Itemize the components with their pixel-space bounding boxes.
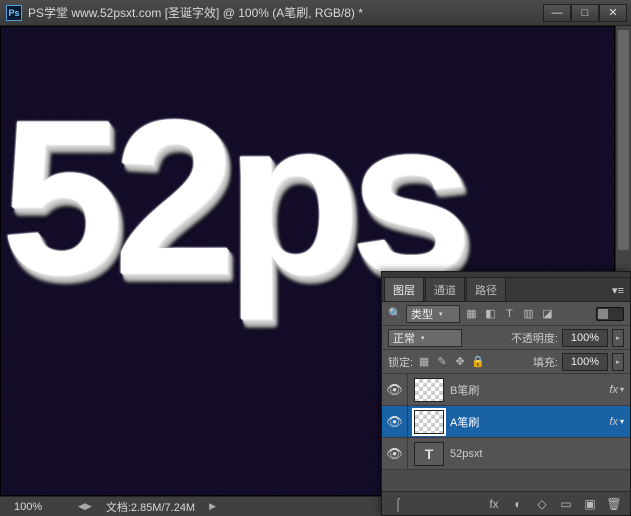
- window-title: PS学堂 www.52psxt.com [圣诞字效] @ 100% (A笔刷, …: [28, 4, 543, 21]
- panel-footer: ⌠ fx ◐ ◇ ▭ ▣ 🗑: [382, 491, 630, 515]
- panel-tabs: 图层 通道 路径 ▾≡: [382, 278, 630, 302]
- folder-icon[interactable]: ▭: [558, 496, 574, 512]
- visibility-icon[interactable]: 👁: [382, 374, 408, 405]
- layer-fx-icon[interactable]: fx: [486, 496, 502, 512]
- fx-expand-icon[interactable]: ▾: [620, 385, 624, 394]
- fx-badge[interactable]: fx: [609, 416, 618, 428]
- fill-input[interactable]: 100%: [562, 353, 608, 371]
- filter-toggle[interactable]: [596, 307, 624, 321]
- chevron-down-icon: ▾: [421, 334, 425, 342]
- tab-channels[interactable]: 通道: [425, 277, 465, 301]
- visibility-icon[interactable]: 👁: [382, 406, 408, 437]
- filter-adjust-icon[interactable]: ◧: [483, 306, 498, 321]
- opacity-input[interactable]: 100%: [562, 329, 608, 347]
- layer-thumbnail[interactable]: [414, 410, 444, 434]
- app-logo: Ps: [6, 5, 22, 21]
- maximize-button[interactable]: □: [571, 4, 599, 22]
- layer-name[interactable]: 52psxt: [450, 448, 624, 460]
- filter-text-icon[interactable]: T: [502, 306, 517, 321]
- layer-thumbnail[interactable]: [414, 378, 444, 402]
- filter-shape-icon[interactable]: ▥: [521, 306, 536, 321]
- layer-row[interactable]: 👁 A笔刷 fx ▾: [382, 406, 630, 438]
- new-layer-icon[interactable]: ▣: [582, 496, 598, 512]
- document-info: 文档:2.85M/7.24M: [106, 499, 195, 515]
- tab-layers[interactable]: 图层: [384, 277, 424, 301]
- lock-position-icon[interactable]: ✥: [453, 355, 467, 369]
- filter-type-label: 类型: [411, 306, 433, 322]
- fx-expand-icon[interactable]: ▾: [620, 417, 624, 426]
- filter-row: 🔍 类型 ▾ ▦ ◧ T ▥ ◪: [382, 302, 630, 326]
- opacity-label: 不透明度:: [511, 330, 558, 346]
- zoom-level[interactable]: 100%: [14, 501, 64, 513]
- filter-smart-icon[interactable]: ◪: [540, 306, 555, 321]
- titlebar: Ps PS学堂 www.52psxt.com [圣诞字效] @ 100% (A笔…: [0, 0, 631, 26]
- blend-mode-label: 正常: [393, 330, 415, 346]
- adjustment-layer-icon[interactable]: ◇: [534, 496, 550, 512]
- zoom-menu-icon[interactable]: ◀▶: [78, 501, 92, 512]
- layer-name[interactable]: B笔刷: [450, 382, 609, 398]
- layers-list: 👁 B笔刷 fx ▾ 👁 A笔刷 fx ▾ 👁 T 52psxt: [382, 374, 630, 491]
- lock-transparency-icon[interactable]: ▦: [417, 355, 431, 369]
- blend-mode-dropdown[interactable]: 正常 ▾: [388, 329, 462, 347]
- link-layers-icon[interactable]: ⌠: [390, 496, 406, 512]
- lock-pixels-icon[interactable]: ✎: [435, 355, 449, 369]
- filter-type-dropdown[interactable]: 类型 ▾: [406, 305, 460, 323]
- lock-all-icon[interactable]: 🔒: [471, 355, 485, 369]
- fill-caret-icon[interactable]: ▸: [612, 353, 624, 371]
- scrollbar-thumb[interactable]: [618, 30, 629, 250]
- minimize-button[interactable]: —: [543, 4, 571, 22]
- panel-menu-icon[interactable]: ▾≡: [606, 280, 630, 301]
- blend-row: 正常 ▾ 不透明度: 100% ▸: [382, 326, 630, 350]
- opacity-caret-icon[interactable]: ▸: [612, 329, 624, 347]
- layers-panel: 图层 通道 路径 ▾≡ 🔍 类型 ▾ ▦ ◧ T ▥ ◪ 正常 ▾ 不透明度: …: [381, 271, 631, 516]
- docinfo-menu-icon[interactable]: ▶: [209, 501, 216, 512]
- chevron-down-icon: ▾: [439, 310, 443, 318]
- layer-name[interactable]: A笔刷: [450, 414, 609, 430]
- trash-icon[interactable]: 🗑: [606, 496, 622, 512]
- layer-row[interactable]: 👁 B笔刷 fx ▾: [382, 374, 630, 406]
- fill-label: 填充:: [533, 354, 558, 370]
- tab-paths[interactable]: 路径: [466, 277, 506, 301]
- visibility-icon[interactable]: 👁: [382, 438, 408, 469]
- close-button[interactable]: ✕: [599, 4, 627, 22]
- layer-mask-icon[interactable]: ◐: [510, 496, 526, 512]
- lock-row: 锁定: ▦ ✎ ✥ 🔒 填充: 100% ▸: [382, 350, 630, 374]
- fx-badge[interactable]: fx: [609, 384, 618, 396]
- lock-label: 锁定:: [388, 354, 413, 370]
- filter-pixel-icon[interactable]: ▦: [464, 306, 479, 321]
- search-icon[interactable]: 🔍: [388, 307, 402, 321]
- layer-row[interactable]: 👁 T 52psxt: [382, 438, 630, 470]
- layer-thumbnail-text[interactable]: T: [414, 442, 444, 466]
